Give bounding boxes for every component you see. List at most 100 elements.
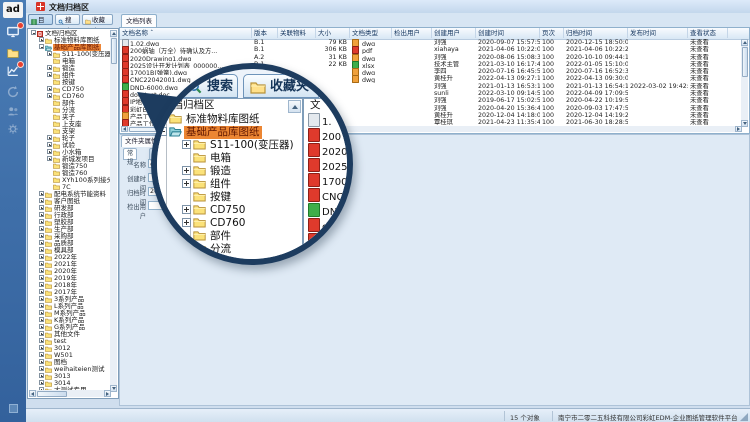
expand-icon[interactable] — [39, 247, 44, 252]
scroll-thumb[interactable] — [37, 391, 67, 397]
tab-document-list[interactable]: 文档列表 — [121, 14, 157, 28]
expand-icon[interactable] — [39, 303, 44, 308]
expand-icon[interactable] — [47, 51, 52, 56]
toolbar-button-favorites[interactable]: 收藏夹 — [82, 14, 113, 25]
scroll-up-button — [288, 100, 301, 113]
cell-pages: 100 — [540, 68, 564, 75]
collapse-icon[interactable] — [31, 30, 36, 35]
expand-icon[interactable] — [39, 37, 44, 42]
scroll-thumb[interactable] — [111, 38, 117, 64]
column-header-12[interactable]: 查看状态 — [688, 28, 728, 38]
expand-icon[interactable] — [47, 72, 52, 77]
tree-item[interactable]: 其他文件 — [29, 331, 112, 338]
tree-vertical-scrollbar[interactable] — [110, 30, 117, 392]
expand-icon[interactable] — [47, 65, 52, 70]
expand-icon[interactable] — [39, 359, 44, 364]
column-header-6[interactable]: 检出用户 — [392, 28, 432, 38]
expand-icon[interactable] — [39, 310, 44, 315]
expand-icon[interactable] — [47, 86, 52, 91]
scroll-down-button[interactable] — [741, 120, 748, 127]
expand-icon[interactable] — [39, 366, 44, 371]
sidebar-item-chart[interactable] — [6, 64, 20, 78]
expand-icon[interactable] — [39, 240, 44, 245]
column-header-8[interactable]: 创建时间 — [476, 28, 540, 38]
cell-name: 200蜗轴（万全）待确认及方... — [120, 46, 252, 53]
expand-icon[interactable] — [47, 142, 52, 147]
column-header-11[interactable]: 发布时间 — [628, 28, 688, 38]
expand-icon[interactable] — [47, 135, 52, 140]
scroll-right-button[interactable] — [735, 126, 742, 132]
left-toolbar: 目录搜索收藏夹 — [26, 13, 119, 28]
cell-type — [350, 105, 392, 112]
expand-icon[interactable] — [39, 268, 44, 273]
scroll-left-button[interactable] — [29, 390, 36, 397]
list-vertical-scrollbar[interactable] — [741, 39, 748, 127]
table-row[interactable]: 200蜗轴（万全）待确认及方...B.1306 KB pdfxiahaya202… — [120, 46, 742, 53]
folder-icon — [250, 79, 266, 95]
expand-icon[interactable] — [39, 233, 44, 238]
scroll-down-button[interactable] — [110, 385, 117, 392]
file-icon — [122, 105, 129, 112]
column-header-7[interactable]: 创建用户 — [432, 28, 476, 38]
scroll-up-button[interactable] — [741, 39, 748, 46]
expand-icon[interactable] — [47, 156, 52, 161]
column-header-1[interactable]: 文档名称 ˆ — [120, 28, 252, 38]
scroll-right-button[interactable] — [104, 390, 111, 397]
expand-icon[interactable] — [39, 331, 44, 336]
tree-item-label: 按键 — [208, 191, 233, 204]
sidebar-item-folder[interactable] — [6, 46, 20, 60]
expand-icon[interactable] — [39, 317, 44, 322]
expand-icon[interactable] — [39, 352, 44, 357]
expand-icon[interactable] — [39, 296, 44, 301]
expand-icon[interactable] — [39, 380, 44, 385]
expand-icon[interactable] — [39, 198, 44, 203]
toolbar-button-search[interactable]: 搜索 — [55, 14, 80, 25]
scroll-thumb[interactable] — [742, 47, 748, 77]
tree-item[interactable]: W501 — [29, 352, 112, 359]
expand-icon[interactable] — [39, 282, 44, 287]
cell-version: A.2 — [252, 54, 278, 61]
cell-type — [350, 83, 392, 90]
expand-icon[interactable] — [39, 219, 44, 224]
cell-status: 未查看 — [688, 112, 728, 119]
cell-type: dwg — [350, 68, 392, 75]
column-header-5[interactable]: 文档类型 — [350, 28, 392, 38]
toolbar-button-catalog[interactable]: 目录 — [28, 14, 53, 25]
expand-icon[interactable] — [39, 205, 44, 210]
expand-icon[interactable] — [47, 149, 52, 154]
expand-icon[interactable] — [39, 212, 44, 217]
expand-icon[interactable] — [39, 324, 44, 329]
scroll-up-button[interactable] — [110, 30, 117, 37]
expand-icon[interactable] — [47, 93, 52, 98]
sidebar-item-users[interactable] — [6, 104, 20, 118]
title-bar: 文档归档区 — [26, 0, 750, 14]
collapse-icon[interactable] — [39, 44, 44, 49]
sidebar-item-gear[interactable] — [6, 122, 20, 136]
column-header-4[interactable]: 大小 — [316, 28, 350, 38]
expand-icon[interactable] — [39, 226, 44, 231]
expand-icon[interactable] — [39, 289, 44, 294]
table-row[interactable]: 1.02.dwgB.179 KB dwg刘强2020-09-07 15:57:5… — [120, 39, 742, 46]
sidebar-footer-icon[interactable] — [9, 404, 18, 413]
sidebar-item-monitor[interactable] — [6, 25, 20, 39]
column-header-10[interactable]: 归档时间 — [564, 28, 628, 38]
column-header-9[interactable]: 页次 — [540, 28, 564, 38]
cell-pages: 100 — [540, 112, 564, 119]
expand-icon[interactable] — [39, 191, 44, 196]
tree-horizontal-scrollbar[interactable] — [29, 390, 111, 397]
expand-icon[interactable] — [39, 345, 44, 350]
expand-icon[interactable] — [39, 261, 44, 266]
cell-type: dwg — [350, 54, 392, 61]
column-header-3[interactable]: 关联物料 — [278, 28, 316, 38]
scroll-left-button[interactable] — [121, 126, 128, 132]
column-header-2[interactable]: 版本 — [252, 28, 278, 38]
expand-icon[interactable] — [39, 275, 44, 280]
expand-icon[interactable] — [39, 338, 44, 343]
cell-status: 未查看 — [688, 83, 728, 90]
expand-icon[interactable] — [39, 373, 44, 378]
resize-grip[interactable] — [740, 413, 748, 421]
sidebar-item-sync[interactable] — [6, 85, 20, 99]
expand-icon[interactable] — [39, 254, 44, 259]
table-row[interactable]: 2020Drawing1.dwgA.231 KB dwg刘强2020-08-06… — [120, 54, 742, 61]
table-row[interactable]: 2025设计开发计划表_000000...B.122 KB xlsx技术主管20… — [120, 61, 742, 68]
